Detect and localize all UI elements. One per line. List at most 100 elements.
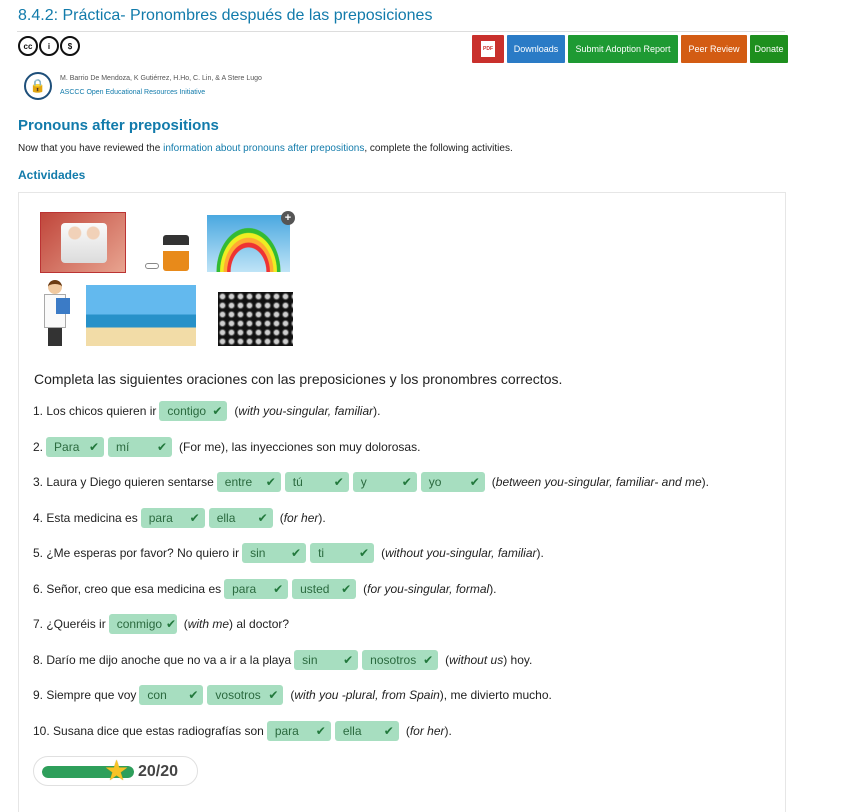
activities-title: Actividades [18,168,86,182]
answer-value: entre [224,475,253,489]
question-text: ). [701,475,710,489]
answer-blank[interactable]: Para ✔ [46,436,105,457]
intro-after: , complete the following activities. [364,143,513,154]
toolbar: PDF Downloads Submit Adoption Report Pee… [472,35,788,63]
hint-text: with you -plural, from Spain [294,688,440,702]
donate-button[interactable]: Donate [750,35,788,63]
pill-bottle-image [143,233,191,273]
answer-value: ti [318,546,325,560]
answer-value: para [148,510,173,525]
check-icon: ✔ [401,475,412,489]
answer-value: Para [54,439,80,454]
check-icon: ✔ [188,688,199,702]
answer-value: yo [428,475,442,489]
answer-blank[interactable]: ella ✔ [334,720,399,741]
check-icon: ✔ [189,510,200,525]
author-names: M. Barrio De Mendoza, K Gutiérrez, H.Ho,… [60,75,262,82]
answer-blank[interactable]: usted ✔ [292,578,357,599]
check-icon: ✔ [383,723,394,738]
answer-blank[interactable]: conmigo ✔ [108,614,177,634]
expand-plus-icon[interactable]: + [281,211,295,225]
author-block: 🔒 M. Barrio De Mendoza, K Gutiérrez, H.H… [24,72,262,100]
check-icon: ✔ [341,581,352,596]
question-text: 5. ¿Me esperas por favor? No quiero ir [33,546,240,560]
instructions: Completa las siguientes oraciones con la… [34,371,563,387]
hint-text: without us [449,652,504,667]
submit-adoption-report-button[interactable]: Submit Adoption Report [568,35,678,63]
answer-blank[interactable]: entre ✔ [216,472,281,492]
question-text: 10. Susana dice que estas radiografías s… [33,723,264,738]
question-text: 6. Señor, creo que esa medicina es [33,581,222,596]
check-icon: ✔ [273,581,284,596]
check-icon: ✔ [268,688,279,702]
answer-value: usted [300,581,330,596]
question-text: ) hoy. [503,652,533,667]
star-icon: ★ [104,755,130,786]
check-icon: ✔ [265,475,276,489]
check-icon: ✔ [423,652,434,667]
score-widget: ★ 20/20 [33,756,198,786]
answer-blank[interactable]: yo ✔ [420,472,485,492]
question-row: 2. Para ✔ mí ✔ (For me), las inyecciones son … [33,436,423,457]
oer-lock-icon: 🔒 [24,72,52,100]
page-title: 8.4.2: Práctica- Pronombres después de l… [18,7,433,24]
organization-link[interactable]: ASCCC Open Educational Resources Initiat… [60,86,262,100]
answer-blank[interactable]: para ✔ [140,507,205,528]
answer-blank[interactable]: ella ✔ [208,507,273,528]
question-row: 6. Señor, creo que esa medicina es para ✔ u… [33,578,500,599]
check-icon: ✔ [88,439,100,454]
answer-value: sin [250,546,266,560]
hint-text: for her [409,723,445,738]
peer-review-button[interactable]: Peer Review [681,35,747,63]
answer-blank[interactable]: ti ✔ [310,543,375,563]
question-text: ), me divierto mucho. [439,688,552,702]
question-text: ). [318,510,326,525]
cc-icon: cc [18,36,38,56]
answer-blank[interactable]: con ✔ [139,685,204,705]
answer-blank[interactable]: tú ✔ [284,472,349,492]
question-text: 1. Los chicos quieren ir [33,404,157,418]
check-icon: ✔ [315,723,326,738]
question-text: 2. [33,439,44,454]
authors: M. Barrio De Mendoza, K Gutiérrez, H.Ho,… [60,72,262,100]
question-text: (For me), las inyecciones son muy doloro… [179,439,421,454]
answer-blank[interactable]: sin ✔ [294,649,359,670]
answer-value: con [147,688,167,702]
answer-blank[interactable]: vosotros ✔ [207,685,284,705]
answer-value: para [274,723,299,738]
check-icon: ✔ [166,617,177,631]
question-text: 9. Siempre que voy [33,688,137,702]
check-icon: ✔ [333,475,344,489]
answer-value: y [360,475,367,489]
answer-blank[interactable]: sin ✔ [242,543,307,563]
answer-blank[interactable]: mí ✔ [108,436,173,457]
question-text: ). [373,404,381,418]
hint-text: with you-singular, familiar [238,404,374,418]
answer-blank[interactable]: para ✔ [224,578,289,599]
intro-text: Now that you have reviewed the informati… [18,143,513,154]
check-icon: ✔ [156,439,168,454]
section-title: Pronouns after prepositions [18,117,219,134]
pdf-button[interactable]: PDF [472,35,504,63]
pdf-icon: PDF [481,41,495,57]
license-icons[interactable]: cc i $ [18,36,80,56]
doctor-patient-image [40,212,126,273]
beach-image [86,285,196,346]
question-row: 9. Siempre que voy con ✔ vosotros ✔(with you… [33,685,555,705]
answer-value: sin [302,652,318,667]
hint-text: for you-singular, formal [367,581,490,596]
question-text: ). [489,581,497,596]
score-text: 20/20 [138,763,179,780]
info-link[interactable]: information about pronouns after preposi… [163,143,364,154]
question-row: 4. Esta medicina es para ✔ ella ✔(for her). [33,507,329,528]
answer-blank[interactable]: nosotros ✔ [362,649,439,670]
answer-blank[interactable]: y ✔ [352,472,417,492]
answer-blank[interactable]: contigo ✔ [159,401,228,421]
question-text: 7. ¿Queréis ir [33,617,106,631]
answer-blank[interactable]: para ✔ [266,720,331,741]
check-icon: ✔ [359,546,370,560]
downloads-button[interactable]: Downloads [507,35,565,63]
question-text: ). [444,723,452,738]
question-text: ) al doctor? [229,617,290,631]
answer-value: vosotros [215,688,261,702]
